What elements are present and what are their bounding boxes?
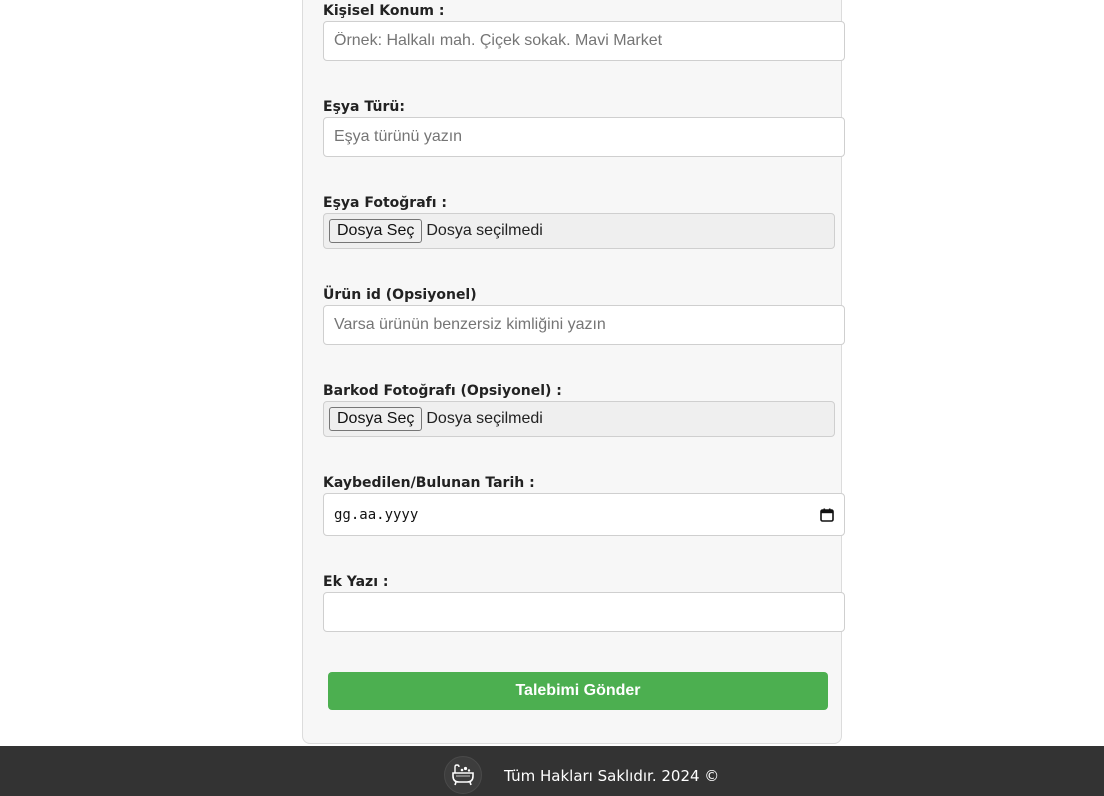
- barcode-photo-file-status: Dosya seçilmedi: [426, 410, 543, 427]
- product-id-label: Ürün id (Opsiyonel): [323, 287, 477, 303]
- item-photo-file-status: Dosya seçilmedi: [426, 222, 543, 239]
- date-placeholder: gg.aa.yyyy: [334, 506, 419, 523]
- date-input[interactable]: gg.aa.yyyy: [323, 493, 845, 536]
- date-label: Kaybedilen/Bulunan Tarih :: [323, 475, 535, 491]
- item-photo-label: Eşya Fotoğrafı :: [323, 195, 448, 211]
- item-type-label: Eşya Türü:: [323, 99, 405, 115]
- copyright-text: Tüm Hakları Saklıdır. 2024 ©: [504, 767, 720, 785]
- item-photo-file-input[interactable]: Dosya Seç Dosya seçilmedi: [323, 213, 835, 249]
- bathtub-logo-icon: [444, 756, 482, 794]
- submit-request-button[interactable]: Talebimi Gönder: [328, 672, 828, 710]
- footer: Tüm Hakları Saklıdır. 2024 ©: [0, 746, 1104, 796]
- item-type-input[interactable]: [323, 117, 845, 157]
- extra-note-input[interactable]: [323, 592, 845, 632]
- extra-note-label: Ek Yazı :: [323, 574, 389, 590]
- item-photo-choose-file-button[interactable]: Dosya Seç: [329, 219, 423, 243]
- location-input[interactable]: [323, 21, 845, 61]
- page: Kişisel Konum : Eşya Türü: Eşya Fotoğraf…: [0, 0, 1104, 796]
- product-id-input[interactable]: [323, 305, 845, 345]
- location-label: Kişisel Konum :: [323, 3, 445, 19]
- barcode-photo-label: Barkod Fotoğrafı (Opsiyonel) :: [323, 383, 562, 399]
- calendar-icon[interactable]: [820, 508, 834, 522]
- barcode-photo-choose-file-button[interactable]: Dosya Seç: [329, 407, 423, 431]
- barcode-photo-file-input[interactable]: Dosya Seç Dosya seçilmedi: [323, 401, 835, 437]
